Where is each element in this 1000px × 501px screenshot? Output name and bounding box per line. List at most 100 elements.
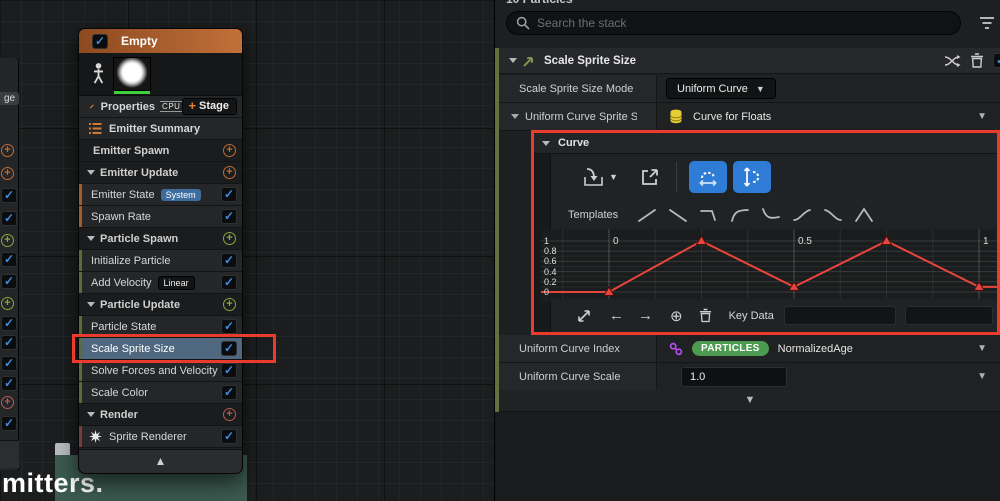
- module-enabled-checkbox[interactable]: ✓: [1, 376, 17, 391]
- show-advanced-expander[interactable]: ▼: [499, 390, 1000, 412]
- row-accent: [79, 360, 82, 381]
- collapse-stack-button[interactable]: ▲: [79, 449, 242, 473]
- emitter-enabled-checkbox[interactable]: ✓: [92, 34, 108, 49]
- add-module-button[interactable]: +: [1, 167, 14, 180]
- add-module-button[interactable]: +: [223, 144, 236, 157]
- add-module-button[interactable]: +: [1, 234, 14, 247]
- curve-section-header[interactable]: Curve: [534, 133, 997, 154]
- module-enabled-checkbox[interactable]: ✓: [221, 341, 237, 356]
- expand-icon[interactable]: [576, 308, 592, 324]
- module-enabled-checkbox[interactable]: ✓: [221, 319, 237, 334]
- fit-horizontal-button[interactable]: [689, 161, 727, 193]
- module-enabled-checkbox[interactable]: ✓: [1, 316, 17, 331]
- stack-row-render[interactable]: Render+: [79, 404, 242, 426]
- next-key-icon[interactable]: →: [638, 307, 653, 324]
- template-peak-button[interactable]: [849, 204, 879, 226]
- mode-dropdown[interactable]: Uniform Curve ▼: [666, 78, 776, 99]
- stack-row-emitter-state[interactable]: Emitter StateSystem✓: [79, 184, 242, 206]
- collapse-bar-fragment[interactable]: [0, 440, 19, 468]
- module-enabled-checkbox[interactable]: ✓: [221, 187, 237, 202]
- chevron-down-icon[interactable]: ▼: [977, 111, 987, 122]
- curve-section-label: Curve: [558, 137, 589, 149]
- curve-graph[interactable]: 10.80.60.40.2000.51: [541, 229, 997, 301]
- stack-row-particle-spawn[interactable]: Particle Spawn+: [79, 228, 242, 250]
- template-linear-fall-button[interactable]: [663, 204, 693, 226]
- add-module-button[interactable]: +: [223, 232, 236, 245]
- add-module-button[interactable]: +: [1, 297, 14, 310]
- caret-down-icon[interactable]: [87, 170, 95, 175]
- module-enabled-checkbox[interactable]: ✓: [221, 253, 237, 268]
- stack-row-scale-color[interactable]: Scale Color✓: [79, 382, 242, 404]
- delete-key-icon[interactable]: [699, 308, 712, 323]
- stack-row-emitter-update[interactable]: Emitter Update+: [79, 162, 242, 184]
- add-module-button[interactable]: +: [223, 166, 236, 179]
- clipped-emitter-panel[interactable]: ge + + ✓ ✓ + ✓ ✓ + ✓ ✓ ✓ ✓ + ✓: [0, 58, 19, 470]
- namespace-pill: PARTICLES: [692, 341, 769, 356]
- key-time-input[interactable]: [784, 306, 896, 325]
- stack-row-sprite-renderer[interactable]: Sprite Renderer✓: [79, 426, 242, 448]
- module-enabled-checkbox[interactable]: ✓: [221, 385, 237, 400]
- chevron-down-icon[interactable]: ▼: [977, 343, 987, 354]
- stack-row-particle-state[interactable]: Particle State✓: [79, 316, 242, 338]
- stack-row-initialize-particle[interactable]: Initialize Particle✓: [79, 250, 242, 272]
- shuffle-icon[interactable]: [944, 54, 961, 68]
- module-enabled-checkbox[interactable]: ✓: [1, 252, 17, 267]
- module-enabled-checkbox[interactable]: ✓: [1, 335, 17, 350]
- caret-down-icon[interactable]: [509, 58, 517, 63]
- fit-vertical-button[interactable]: [733, 161, 771, 193]
- open-external-icon[interactable]: [640, 167, 660, 187]
- module-enabled-checkbox[interactable]: ✓: [221, 363, 237, 378]
- stack-row-label: Properties: [101, 101, 155, 113]
- add-module-button[interactable]: +: [223, 298, 236, 311]
- chevron-down-icon[interactable]: ▼: [977, 371, 987, 382]
- add-key-icon[interactable]: ⊕: [670, 307, 683, 325]
- import-curve-icon[interactable]: [581, 165, 605, 189]
- module-enabled-checkbox[interactable]: ✓: [1, 211, 17, 226]
- search-input[interactable]: Search the stack: [506, 11, 961, 35]
- scale-value-input[interactable]: 1.0: [681, 367, 787, 387]
- add-stage-button[interactable]: +Stage: [182, 98, 237, 115]
- key-value-input[interactable]: [905, 306, 993, 325]
- caret-down-icon[interactable]: [87, 236, 95, 241]
- module-enabled-checkbox[interactable]: ✓: [1, 274, 17, 289]
- template-ease-out-button[interactable]: [725, 204, 755, 226]
- module-enabled-checkbox[interactable]: ✓: [221, 209, 237, 224]
- template-linear-rise-button[interactable]: [632, 204, 662, 226]
- module-enabled-checkbox[interactable]: ✓: [993, 53, 1000, 68]
- stack-row-emitter-spawn[interactable]: Emitter Spawn+: [79, 140, 242, 162]
- module-enabled-checkbox[interactable]: ✓: [1, 416, 17, 431]
- module-enabled-checkbox[interactable]: ✓: [221, 429, 237, 444]
- emitter-header[interactable]: ✓ Empty: [79, 29, 242, 53]
- filter-icon[interactable]: [979, 16, 995, 30]
- caret-down-icon[interactable]: [87, 302, 95, 307]
- stack-row-scale-sprite-size[interactable]: Scale Sprite Size✓: [79, 338, 242, 360]
- sprite-thumbnail[interactable]: [113, 57, 151, 91]
- module-enabled-checkbox[interactable]: ✓: [1, 356, 17, 371]
- caret-down-icon[interactable]: [87, 412, 95, 417]
- prev-key-icon[interactable]: ←: [609, 307, 624, 324]
- stack-row-label: Particle Update: [100, 299, 180, 311]
- module-enabled-checkbox[interactable]: ✓: [221, 275, 237, 290]
- stack-row-add-velocity[interactable]: Add VelocityLinear✓: [79, 272, 242, 294]
- stack-row-properties[interactable]: PropertiesCPU+Stage: [79, 96, 242, 118]
- trash-icon[interactable]: [970, 53, 984, 68]
- caret-down-icon[interactable]: [511, 114, 519, 119]
- caret-down-icon[interactable]: [542, 141, 550, 146]
- template-smooth-rise-button[interactable]: [787, 204, 817, 226]
- stage-button-fragment[interactable]: ge: [0, 92, 19, 105]
- template-smooth-fall-button[interactable]: [818, 204, 848, 226]
- chevron-down-icon[interactable]: ▼: [609, 172, 618, 182]
- module-enabled-checkbox[interactable]: ✓: [1, 188, 17, 203]
- stack-row-emitter-summary[interactable]: Emitter Summary: [79, 118, 242, 140]
- add-module-button[interactable]: +: [1, 396, 14, 409]
- add-module-button[interactable]: +: [1, 144, 14, 157]
- template-step-down-button[interactable]: [694, 204, 724, 226]
- stack-row-solve-forces-and-velocity[interactable]: Solve Forces and Velocity✓: [79, 360, 242, 382]
- template-decay-button[interactable]: [756, 204, 786, 226]
- stack-row-spawn-rate[interactable]: Spawn Rate✓: [79, 206, 242, 228]
- module-details-header[interactable]: Scale Sprite Size ✓: [499, 48, 1000, 74]
- add-module-button[interactable]: +: [223, 408, 236, 421]
- system-overview-canvas[interactable]: [0, 0, 494, 501]
- stack-row-particle-update[interactable]: Particle Update +: [79, 294, 242, 316]
- row-accent: [79, 272, 82, 293]
